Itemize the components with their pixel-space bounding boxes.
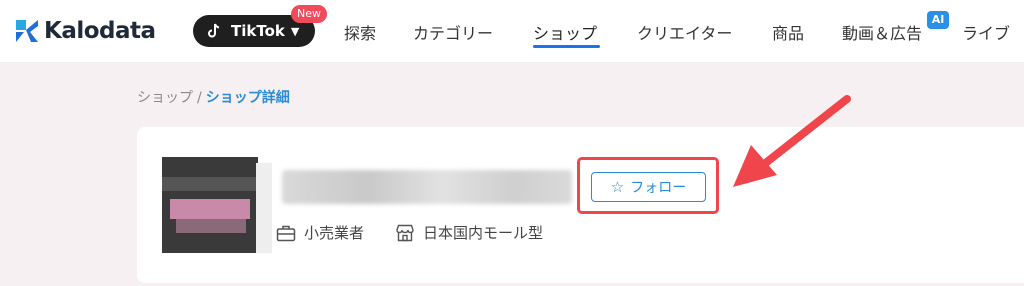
nav-item-live[interactable]: ライブ: [962, 20, 1010, 44]
red-arrow-annotation: [733, 95, 851, 187]
active-tab-indicator: [533, 45, 600, 48]
top-header: Kalodata TikTok ▼ New 探索 カテゴリー ショップ クリエイ…: [0, 0, 1024, 63]
nav-item-products[interactable]: 商品: [772, 20, 804, 44]
chevron-down-icon: ▼: [290, 24, 300, 38]
storefront-icon: [396, 224, 414, 241]
nav-item-creators[interactable]: クリエイター: [637, 20, 732, 44]
shop-type-tag: 小売業者: [276, 222, 364, 243]
avatar-blur-edge: [256, 163, 272, 253]
new-badge: New: [291, 5, 327, 23]
breadcrumb: ショップ / ショップ詳細: [137, 87, 290, 107]
shop-region-tag: 日本国内モール型: [395, 222, 543, 243]
nav-item-explore[interactable]: 探索: [344, 20, 376, 44]
nav-item-videos-ads[interactable]: 動画＆広告: [842, 20, 922, 44]
shop-region-label: 日本国内モール型: [423, 224, 544, 242]
follow-button-label: フォロー: [630, 180, 687, 196]
ai-badge: AI: [927, 11, 949, 29]
briefcase-icon: [276, 225, 296, 241]
breadcrumb-current: ショップ詳細: [205, 90, 290, 106]
breadcrumb-parent[interactable]: ショップ: [137, 90, 193, 106]
nav-item-shops[interactable]: ショップ: [533, 20, 597, 44]
kalodata-logo-icon: [16, 20, 38, 42]
nav-item-categories[interactable]: カテゴリー: [413, 20, 493, 44]
kalodata-logo[interactable]: Kalodata: [14, 14, 156, 48]
tiktok-icon: [208, 23, 220, 38]
brand-name: Kalodata: [44, 18, 156, 44]
shop-type-label: 小売業者: [304, 224, 365, 242]
star-icon: ☆: [610, 178, 625, 196]
shop-name-redacted: [282, 170, 572, 204]
platform-label: TikTok: [231, 22, 285, 40]
shop-avatar: [162, 157, 258, 253]
follow-button[interactable]: ☆ フォロー: [591, 172, 706, 202]
breadcrumb-separator: /: [197, 90, 202, 106]
